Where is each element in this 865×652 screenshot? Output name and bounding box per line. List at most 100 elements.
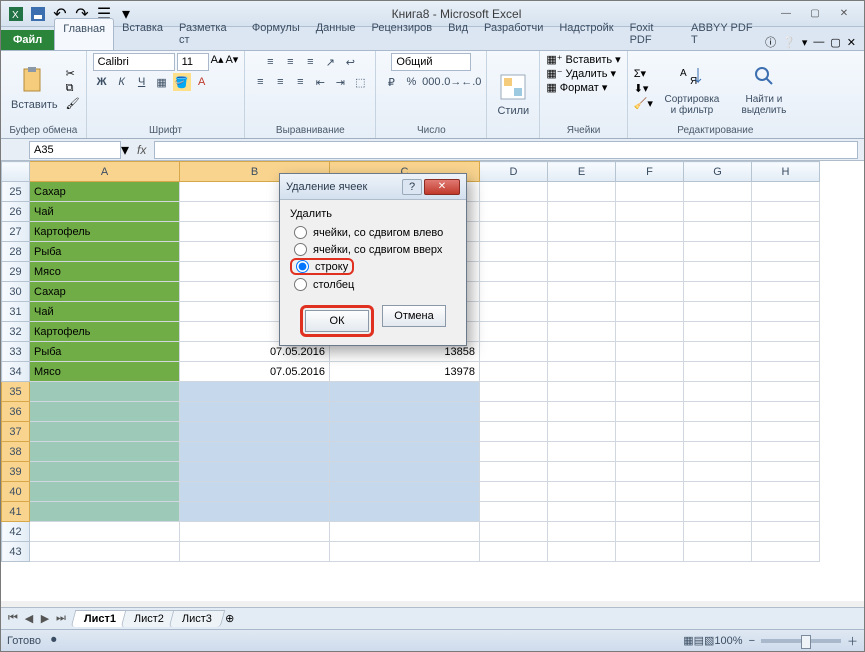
cell[interactable] — [480, 302, 548, 322]
indent-dec-icon[interactable]: ⇤ — [311, 73, 329, 91]
percent-icon[interactable]: % — [402, 73, 420, 91]
ribbon-tab[interactable]: Вставка — [114, 18, 171, 50]
cell[interactable] — [548, 262, 616, 282]
ribbon-tab[interactable]: ABBYY PDF T — [683, 18, 765, 50]
radio-input[interactable] — [296, 260, 309, 273]
ribbon-tab[interactable]: Foxit PDF — [622, 18, 683, 50]
cell[interactable] — [180, 522, 330, 542]
row-header[interactable]: 25 — [2, 182, 30, 202]
cell[interactable] — [330, 522, 480, 542]
row-header[interactable]: 27 — [2, 222, 30, 242]
cell[interactable] — [548, 182, 616, 202]
paste-button[interactable]: Вставить — [7, 63, 62, 113]
cell[interactable] — [616, 482, 684, 502]
sheet-nav-next-icon[interactable]: ▶ — [37, 612, 53, 625]
sheet-nav-last-icon[interactable]: ⏭ — [53, 612, 69, 625]
format-painter-icon[interactable]: 🖌 — [66, 97, 80, 110]
cell[interactable] — [684, 422, 752, 442]
cell[interactable] — [684, 282, 752, 302]
cell[interactable] — [480, 362, 548, 382]
cell[interactable] — [480, 402, 548, 422]
row-header[interactable]: 37 — [2, 422, 30, 442]
radio-option[interactable]: столбец — [290, 276, 456, 293]
sort-filter-button[interactable]: АЯ Сортировка и фильтр — [657, 58, 727, 118]
cell[interactable] — [30, 542, 180, 562]
cell[interactable]: Рыба — [30, 242, 180, 262]
cell[interactable] — [684, 302, 752, 322]
cell[interactable] — [684, 202, 752, 222]
cell[interactable] — [752, 482, 820, 502]
underline-button[interactable]: Ч — [133, 73, 151, 91]
col-header[interactable]: G — [684, 162, 752, 182]
cell[interactable] — [480, 322, 548, 342]
cell[interactable] — [480, 282, 548, 302]
formula-input[interactable] — [154, 141, 858, 159]
cell[interactable] — [752, 442, 820, 462]
row-header[interactable]: 38 — [2, 442, 30, 462]
fx-icon[interactable]: fx — [137, 143, 146, 157]
cell[interactable] — [684, 462, 752, 482]
cell[interactable] — [684, 322, 752, 342]
cell[interactable] — [180, 402, 330, 422]
new-sheet-icon[interactable]: ⊕ — [225, 612, 234, 625]
cell[interactable]: Сахар — [30, 182, 180, 202]
align-right-icon[interactable]: ≡ — [291, 73, 309, 91]
cell[interactable] — [480, 182, 548, 202]
cell[interactable] — [330, 382, 480, 402]
cell[interactable] — [480, 482, 548, 502]
col-header[interactable]: E — [548, 162, 616, 182]
macro-record-icon[interactable]: ⏺ — [51, 634, 57, 647]
cell[interactable]: Чай — [30, 202, 180, 222]
cell[interactable] — [480, 522, 548, 542]
align-center-icon[interactable]: ≡ — [271, 73, 289, 91]
file-tab[interactable]: Файл — [1, 30, 54, 50]
cell[interactable] — [752, 202, 820, 222]
sheet-nav-prev-icon[interactable]: ◀ — [21, 612, 37, 625]
ribbon-tab[interactable]: Вид — [440, 18, 476, 50]
cell[interactable] — [330, 462, 480, 482]
row-header[interactable]: 34 — [2, 362, 30, 382]
cell[interactable] — [616, 222, 684, 242]
cell[interactable] — [616, 342, 684, 362]
view-pagelayout-icon[interactable]: ▤ — [694, 634, 704, 647]
cell[interactable] — [616, 442, 684, 462]
row-header[interactable]: 30 — [2, 282, 30, 302]
cell[interactable] — [616, 262, 684, 282]
col-header[interactable]: A — [30, 162, 180, 182]
copy-icon[interactable]: ⧉ — [66, 82, 80, 95]
cell[interactable] — [30, 382, 180, 402]
maximize-button[interactable]: ▢ — [801, 5, 829, 23]
merge-button[interactable]: ⬚ — [351, 73, 369, 91]
cell[interactable] — [752, 542, 820, 562]
cell[interactable] — [752, 322, 820, 342]
cell[interactable] — [752, 222, 820, 242]
cell[interactable] — [684, 342, 752, 362]
cell[interactable]: 07.05.2016 — [180, 362, 330, 382]
cell[interactable] — [548, 522, 616, 542]
cell[interactable] — [616, 182, 684, 202]
cell[interactable] — [752, 302, 820, 322]
cell[interactable] — [180, 442, 330, 462]
cell[interactable] — [616, 242, 684, 262]
cell[interactable] — [616, 522, 684, 542]
cell[interactable] — [616, 282, 684, 302]
cell[interactable] — [616, 362, 684, 382]
ribbon-tab[interactable]: Надстройк — [551, 18, 621, 50]
cell[interactable] — [752, 422, 820, 442]
font-size-combo[interactable] — [177, 53, 209, 71]
row-header[interactable]: 40 — [2, 482, 30, 502]
view-pagebreak-icon[interactable]: ▧ — [704, 634, 714, 647]
doc-restore-icon[interactable]: ▢ — [830, 36, 840, 49]
dec-decimal-icon[interactable]: ←.0 — [462, 73, 480, 91]
excel-icon[interactable]: X — [7, 5, 25, 23]
cell[interactable] — [180, 502, 330, 522]
ribbon-tab[interactable]: Формулы — [244, 18, 308, 50]
cell[interactable] — [30, 482, 180, 502]
align-top-icon[interactable]: ≡ — [261, 53, 279, 71]
ribbon-collapse-icon[interactable]: ▾ — [802, 36, 808, 49]
cell[interactable] — [752, 262, 820, 282]
cell[interactable] — [684, 382, 752, 402]
cell[interactable] — [752, 462, 820, 482]
cell[interactable] — [548, 282, 616, 302]
cell[interactable] — [548, 482, 616, 502]
